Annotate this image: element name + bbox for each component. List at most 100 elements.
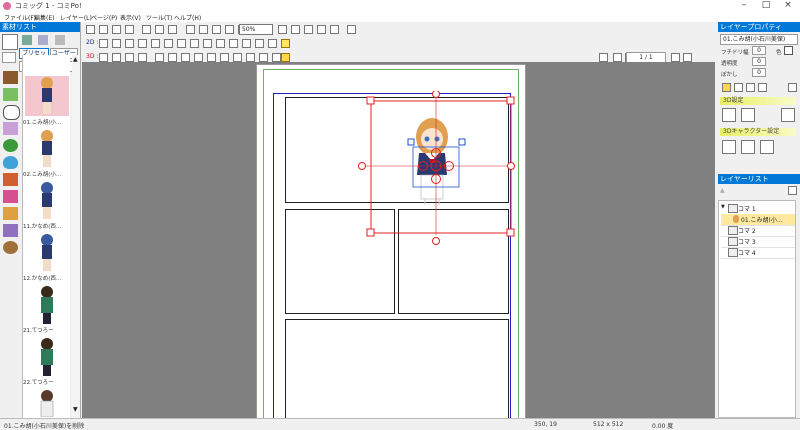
grid-view-icon[interactable]: [2, 34, 18, 50]
grid-icon[interactable]: [347, 25, 356, 34]
cut-icon[interactable]: [186, 25, 195, 34]
highlight-tool-icon[interactable]: [281, 39, 290, 48]
eye-icon[interactable]: [722, 83, 731, 92]
menu-help[interactable]: ヘルプ(H): [174, 13, 201, 22]
first-page-icon[interactable]: [613, 53, 622, 62]
rotate-icon[interactable]: [177, 39, 186, 48]
opacity-input[interactable]: 0: [752, 57, 766, 66]
paste-icon[interactable]: [212, 25, 221, 34]
group-icon[interactable]: [242, 39, 251, 48]
zoom-in-icon[interactable]: [278, 25, 287, 34]
list-item[interactable]: [25, 76, 69, 116]
list-item[interactable]: [25, 181, 69, 221]
scroll-down-icon[interactable]: ▼: [73, 407, 79, 413]
material-list-scrollbar[interactable]: ▲ ▼: [72, 55, 80, 418]
reset-icon[interactable]: [190, 39, 199, 48]
item-category-icon[interactable]: [3, 173, 18, 186]
layer-outline-icon[interactable]: [746, 83, 755, 92]
menu-tools[interactable]: ツール(T): [146, 13, 172, 22]
list-item[interactable]: [25, 285, 69, 325]
list-item[interactable]: [25, 233, 69, 273]
color-swatch[interactable]: [784, 46, 793, 55]
costume-icon[interactable]: [760, 140, 774, 154]
copy-icon[interactable]: [199, 25, 208, 34]
sign-category-icon[interactable]: [3, 190, 18, 203]
3d-pose-icon[interactable]: [181, 53, 190, 62]
ungroup-icon[interactable]: [255, 39, 264, 48]
minimize-button[interactable]: –: [733, 0, 755, 12]
menu-layer[interactable]: レイヤー(L): [60, 13, 92, 22]
hand-tool-icon[interactable]: [330, 25, 339, 34]
flip-vertical-icon[interactable]: [164, 39, 173, 48]
list-item[interactable]: [25, 129, 69, 169]
fit-page-icon[interactable]: [304, 25, 313, 34]
undo-icon[interactable]: [142, 25, 151, 34]
character-category-icon[interactable]: [3, 71, 18, 84]
save-icon[interactable]: [112, 25, 121, 34]
3d-rotate-y-icon[interactable]: [168, 53, 177, 62]
open-file-icon[interactable]: [99, 25, 108, 34]
3d-rotate-x-icon[interactable]: [155, 53, 164, 62]
move-left-icon[interactable]: [125, 39, 134, 48]
actual-size-icon[interactable]: [317, 25, 326, 34]
menu-view[interactable]: 表示(V): [120, 13, 141, 22]
3d-face-icon[interactable]: [259, 53, 268, 62]
scroll-up-icon[interactable]: ▲: [73, 57, 79, 63]
move-right-icon[interactable]: [138, 39, 147, 48]
tree-icon[interactable]: [3, 139, 18, 152]
3d-zoom-icon[interactable]: [233, 53, 242, 62]
close-button[interactable]: ×: [777, 0, 799, 12]
maximize-button[interactable]: □: [755, 0, 777, 12]
send-back-icon[interactable]: [216, 39, 225, 48]
menu-page[interactable]: ページ(P): [91, 13, 117, 22]
refresh-icon[interactable]: [168, 25, 177, 34]
3d-left-icon[interactable]: [125, 53, 134, 62]
text-category-icon[interactable]: [3, 207, 18, 220]
align-icon[interactable]: [268, 39, 277, 48]
3d-right-icon[interactable]: [138, 53, 147, 62]
layer-row-frame-4[interactable]: コマ 4: [721, 247, 795, 259]
expression-icon[interactable]: [722, 140, 736, 154]
bring-front-icon[interactable]: [203, 39, 212, 48]
layer-up-icon[interactable]: ▲: [720, 187, 726, 194]
flip-horizontal-icon[interactable]: [151, 39, 160, 48]
3d-camera-icon[interactable]: [246, 53, 255, 62]
page-setting-icon[interactable]: [599, 53, 608, 62]
3d-pose-setting-icon[interactable]: [722, 108, 736, 122]
list-item[interactable]: [25, 337, 69, 377]
image-category-icon[interactable]: [3, 224, 18, 237]
speech-balloon-icon[interactable]: [3, 105, 20, 120]
lion-icon[interactable]: [3, 241, 18, 254]
redo-icon[interactable]: [155, 25, 164, 34]
reset-prop-icon[interactable]: [788, 83, 797, 92]
delete-icon[interactable]: [225, 25, 234, 34]
layer-lock-icon[interactable]: [734, 83, 743, 92]
pose-icon[interactable]: [741, 140, 755, 154]
blur-input[interactable]: 0: [752, 68, 766, 77]
next-page-icon[interactable]: [671, 53, 680, 62]
add-folder-icon[interactable]: [22, 35, 32, 45]
3d-more-icon[interactable]: [281, 53, 290, 62]
delete-icon[interactable]: [55, 35, 65, 45]
last-page-icon[interactable]: [683, 53, 692, 62]
zoom-select[interactable]: 50%: [239, 24, 273, 35]
3d-back-icon[interactable]: [112, 53, 121, 62]
list-item[interactable]: [25, 389, 69, 418]
effect-category-icon[interactable]: [3, 122, 18, 135]
layer-name-field[interactable]: 01.こみ胡(小石川美保): [720, 34, 798, 45]
menu-file[interactable]: ファイル(F): [4, 13, 36, 22]
frame-width-input[interactable]: 0: [752, 46, 766, 55]
category-toggle-icon[interactable]: [2, 52, 16, 63]
zoom-out-icon[interactable]: [291, 25, 300, 34]
selection-handles[interactable]: [357, 91, 517, 251]
new-file-icon[interactable]: [86, 25, 95, 34]
3d-camera-setting-icon[interactable]: [781, 108, 795, 122]
3d-front-icon[interactable]: [99, 53, 108, 62]
3d-reset-icon[interactable]: [272, 53, 281, 62]
3d-angle-setting-icon[interactable]: [741, 108, 755, 122]
layer-color-icon[interactable]: [758, 83, 767, 92]
print-icon[interactable]: [125, 25, 134, 34]
move-down-icon[interactable]: [112, 39, 121, 48]
background-category-icon[interactable]: [3, 88, 18, 101]
3d-turn-right-icon[interactable]: [207, 53, 216, 62]
